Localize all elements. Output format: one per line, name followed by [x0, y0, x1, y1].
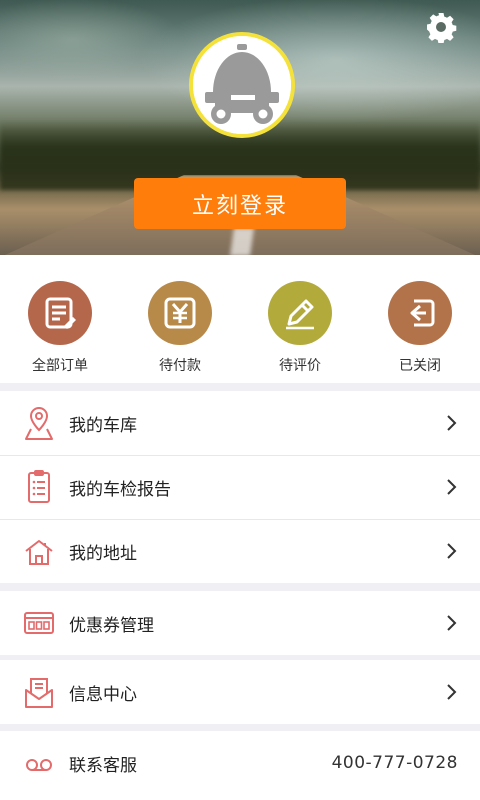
order-pending-payment-button[interactable]: 待付款 [120, 255, 240, 383]
menu-item-address[interactable]: 我的地址 [0, 519, 480, 583]
coupon-icon [23, 605, 55, 641]
order-closed-label: 已关闭 [399, 358, 441, 374]
yen-icon [148, 281, 212, 345]
service-phone-number[interactable]: 400-777-0728 [332, 753, 458, 773]
menu-group-messages: 信息中心 [0, 660, 480, 724]
envelope-icon [23, 674, 55, 710]
order-all-button[interactable]: 全部订单 [0, 255, 120, 383]
location-pin-icon [23, 405, 55, 441]
menu-item-garage[interactable]: 我的车库 [0, 391, 480, 455]
chevron-right-icon [447, 543, 457, 559]
menu-item-inspection-report[interactable]: 我的车检报告 [0, 455, 480, 519]
pencil-icon [268, 281, 332, 345]
order-pending-review-button[interactable]: 待评价 [240, 255, 360, 383]
order-status-bar: 全部订单 待付款 待评价 已关闭 [0, 255, 480, 383]
robot-avatar-icon [193, 36, 291, 134]
voicemail-icon [23, 745, 55, 781]
menu-item-messages[interactable]: 信息中心 [0, 660, 480, 724]
background-road-line [230, 228, 254, 255]
menu-item-customer-service[interactable]: 联系客服 400-777-0728 [0, 731, 480, 795]
order-list-icon [28, 281, 92, 345]
order-all-label: 全部订单 [32, 358, 88, 374]
menu-item-inspection-report-label: 我的车检报告 [69, 479, 171, 500]
menu-group-coupons: 优惠券管理 [0, 591, 480, 655]
menu-group-service: 联系客服 400-777-0728 [0, 731, 480, 800]
login-button[interactable]: 立刻登录 [134, 178, 346, 229]
order-closed-button[interactable]: 已关闭 [360, 255, 480, 383]
gear-icon[interactable] [424, 10, 458, 44]
menu-item-coupons-label: 优惠券管理 [69, 615, 154, 636]
order-pending-payment-label: 待付款 [159, 358, 201, 374]
chevron-right-icon [447, 415, 457, 431]
chevron-right-icon [447, 615, 457, 631]
chevron-right-icon [447, 479, 457, 495]
exit-icon [388, 281, 452, 345]
clipboard-icon [23, 469, 55, 505]
menu-item-address-label: 我的地址 [69, 543, 137, 564]
menu-item-customer-service-label: 联系客服 [69, 755, 137, 776]
order-pending-review-label: 待评价 [279, 358, 321, 374]
chevron-right-icon [447, 684, 457, 700]
menu-item-coupons[interactable]: 优惠券管理 [0, 591, 480, 655]
menu-group-vehicle: 我的车库 我的车检报告 我的地址 [0, 391, 480, 583]
avatar[interactable] [189, 32, 295, 138]
profile-header: 立刻登录 [0, 0, 480, 255]
menu-item-garage-label: 我的车库 [69, 415, 137, 436]
house-icon [23, 533, 55, 569]
menu-item-messages-label: 信息中心 [69, 684, 137, 705]
